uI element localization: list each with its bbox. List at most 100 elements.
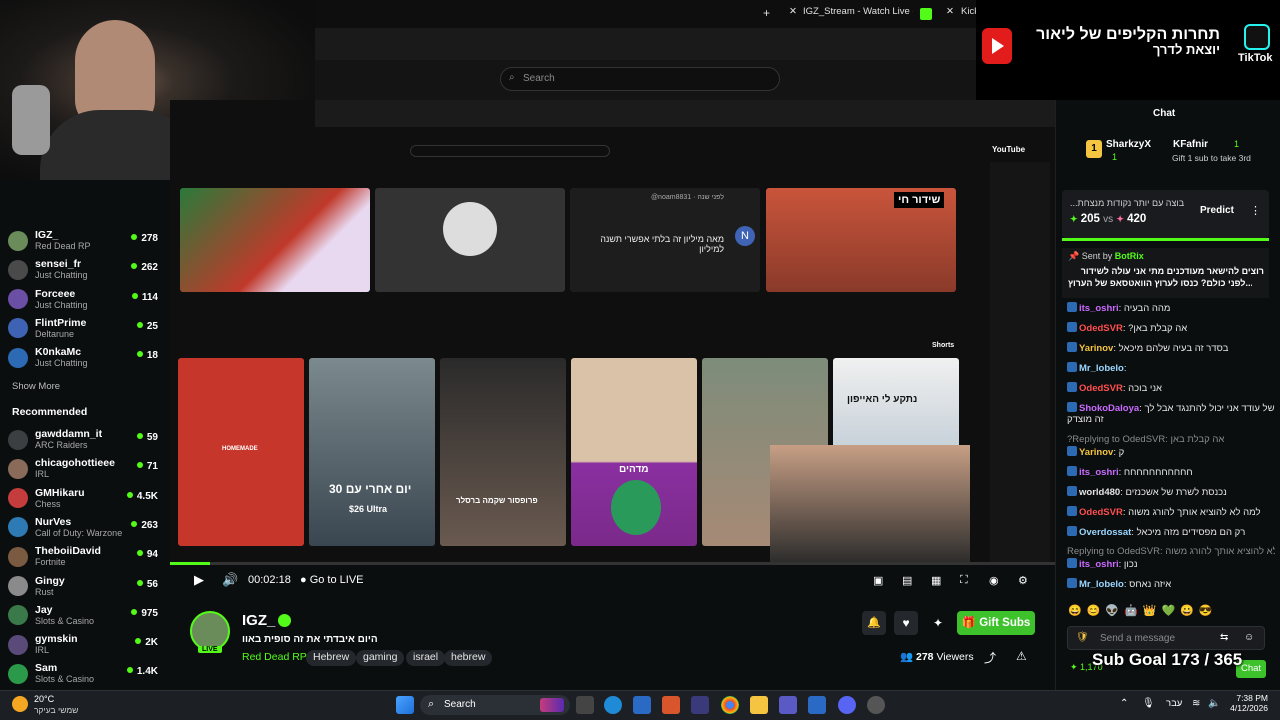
app-icon[interactable] <box>691 696 709 714</box>
tag-hebrew-lower[interactable]: hebrew <box>444 650 493 666</box>
search-input[interactable]: ⌕ Search <box>500 67 780 91</box>
task-view-icon[interactable] <box>576 696 594 714</box>
short-caption: מדהים <box>619 464 649 475</box>
chat-username[interactable]: world480 <box>1079 487 1120 498</box>
top-gifter-badge-icon: 1 <box>1086 140 1102 158</box>
speaker-icon[interactable]: 🔈 <box>1208 698 1220 709</box>
show-more-link[interactable]: Show More <box>12 381 60 392</box>
chat-message: Yarinov: ק <box>1067 446 1275 459</box>
chat-username[interactable]: OdedSVR <box>1079 507 1123 518</box>
share-icon[interactable]: ⤴ <box>984 649 996 666</box>
chat-username[interactable]: OdedSVR <box>1079 323 1123 334</box>
channel-name: gawddamn_it <box>35 428 103 440</box>
tab-igz-stream[interactable]: IGZ_Stream - Watch Live on Ki <box>803 6 913 22</box>
new-tab-icon[interactable]: + <box>763 6 770 22</box>
chat-username[interactable]: Overdossat <box>1079 527 1131 538</box>
chat-username[interactable]: Mr_lobelo <box>1079 363 1124 374</box>
taskbar-search[interactable]: ⌕ Search <box>420 695 570 715</box>
short-caption: 30 יום אחרי עם <box>329 482 412 496</box>
emoji-icon[interactable]: ☺ <box>1244 632 1254 643</box>
egg-image <box>611 480 661 535</box>
progress-track[interactable] <box>170 562 1055 565</box>
sidebar-channel[interactable]: NurVes Call of Duty: Warzone 263 <box>8 513 166 542</box>
sidebar-channel[interactable]: gawddamn_it ARC Raiders 59 <box>8 425 166 454</box>
theater-icon[interactable]: ▣ <box>873 574 883 587</box>
go-live-button[interactable]: ● Go to LIVE <box>300 574 364 586</box>
sidebar-channel[interactable]: Gingy Rust 56 <box>8 572 166 601</box>
teams-icon[interactable] <box>779 696 797 714</box>
sparkle-icon[interactable]: ✦ <box>926 611 950 635</box>
close-tab-icon[interactable]: ✕ <box>946 6 954 22</box>
sidebar-channel[interactable]: Forceee Just Chatting 114 <box>8 285 166 314</box>
tray-chevron-icon[interactable]: ⌃ <box>1120 698 1128 709</box>
sidebar-channel[interactable]: GMHikaru Chess 4.5K <box>8 484 166 513</box>
app-icon[interactable] <box>867 696 885 714</box>
translate-icon[interactable]: ⇆ <box>1220 632 1228 643</box>
sidebar-channel[interactable]: FlintPrime Deltarune 25 <box>8 314 166 343</box>
sidebar-channel[interactable]: gymskin IRL 2K <box>8 630 166 659</box>
sidebar-channel[interactable]: IGZ_ Red Dead RP 278 <box>8 226 166 255</box>
chat-username[interactable]: Yarinov <box>1079 343 1113 354</box>
viewer-label: Viewers <box>936 651 974 663</box>
sidebar-channel[interactable]: sensei_fr Just Chatting 262 <box>8 255 166 284</box>
captions-icon[interactable]: ▦ <box>931 574 941 587</box>
notification-bell-icon[interactable]: 🔔 <box>862 611 886 635</box>
predict-button[interactable]: Predict <box>1200 205 1234 216</box>
chat-username[interactable]: its_oshri <box>1079 559 1119 570</box>
chat-username[interactable]: ShokoDaloya <box>1079 403 1139 414</box>
top-gifter-name[interactable]: SharkzyX <box>1106 139 1151 150</box>
play-icon[interactable]: ▶ <box>194 572 204 588</box>
clip-icon[interactable]: ◉ <box>989 574 999 587</box>
tiktok-overlay: תחרות הקליפים של ליאור יוצאת לדרך TikTok <box>976 0 1280 112</box>
emote-row[interactable]: 😄😊👽🤖👑💚😀😎 <box>1068 604 1268 618</box>
fullscreen-icon[interactable]: ⛶ <box>960 574 968 587</box>
language-indicator[interactable]: עבר <box>1166 698 1182 709</box>
tag-hebrew[interactable]: Hebrew <box>306 650 357 666</box>
edge-browser-icon[interactable] <box>604 696 622 714</box>
chat-text: אני בוכה <box>1128 383 1163 394</box>
clock[interactable]: 7:38 PM 4/12/2026 <box>1224 693 1268 713</box>
second-gifter-name[interactable]: KFafnir <box>1173 139 1208 150</box>
mic-icon[interactable]: 🎙 <box>1142 698 1155 709</box>
weather-text: שמשי בעיקר <box>34 705 79 715</box>
chat-badge-icon: 🛡 <box>1076 632 1089 643</box>
chat-username[interactable]: its_oshri <box>1079 303 1119 314</box>
sidebar-channel[interactable]: K0nkaMc Just Chatting 18 <box>8 343 166 372</box>
channel-name[interactable]: IGZ_ <box>242 612 275 629</box>
weather-temp[interactable]: 20°C <box>34 694 54 704</box>
sidebar-channel[interactable]: Jay Slots & Casino 975 <box>8 601 166 630</box>
chat-username[interactable]: OdedSVR <box>1079 383 1123 394</box>
sidebar-channel[interactable]: Sam Slots & Casino 1.4K <box>8 659 166 688</box>
settings-gear-icon[interactable]: ⚙ <box>1018 574 1028 587</box>
volume-icon[interactable]: 🔊 <box>222 572 238 588</box>
follow-heart-icon[interactable]: ♥ <box>894 611 918 635</box>
video-player[interactable]: YouTube @noam8831 · לפני שנה מאה מיליון … <box>170 100 1055 565</box>
gift-subs-button[interactable]: 🎁 Gift Subs <box>957 611 1035 635</box>
chat-input[interactable]: 🛡 Send a message ⇆ ☺ <box>1067 626 1265 650</box>
tag-gaming[interactable]: gaming <box>356 650 405 666</box>
clock-time: 7:38 PM <box>1236 693 1268 703</box>
discord-icon[interactable] <box>838 696 856 714</box>
windows-start-icon[interactable] <box>396 696 414 714</box>
report-icon[interactable]: ⚠ <box>1016 649 1027 663</box>
close-tab-icon[interactable]: ✕ <box>789 6 797 22</box>
chrome-browser-icon[interactable] <box>721 696 739 714</box>
file-explorer-icon[interactable] <box>750 696 768 714</box>
microsoft-store-icon[interactable] <box>633 696 651 714</box>
address-bar <box>315 28 980 60</box>
stream-category[interactable]: Red Dead RP <box>242 651 307 663</box>
miniplayer-icon[interactable]: ▤ <box>902 574 912 587</box>
channel-name: chicagohottieee <box>35 457 115 470</box>
more-options-icon[interactable]: ⋮ <box>1250 204 1261 217</box>
sidebar-channel[interactable]: TheboiiDavid Fortnite 94 <box>8 542 166 571</box>
sidebar-channel[interactable]: chicagohottieee IRL 71 <box>8 454 166 483</box>
office-app-icon[interactable] <box>662 696 680 714</box>
app-icon[interactable] <box>808 696 826 714</box>
channel-avatar[interactable] <box>190 611 230 651</box>
wifi-icon[interactable]: ≋ <box>1192 698 1200 709</box>
chat-input-placeholder: Send a message <box>1100 633 1176 644</box>
chat-username[interactable]: Mr_lobelo <box>1079 579 1124 590</box>
chat-username[interactable]: Yarinov <box>1079 447 1113 458</box>
tag-israel[interactable]: israel <box>406 650 446 666</box>
chat-username[interactable]: its_oshri <box>1079 467 1119 478</box>
